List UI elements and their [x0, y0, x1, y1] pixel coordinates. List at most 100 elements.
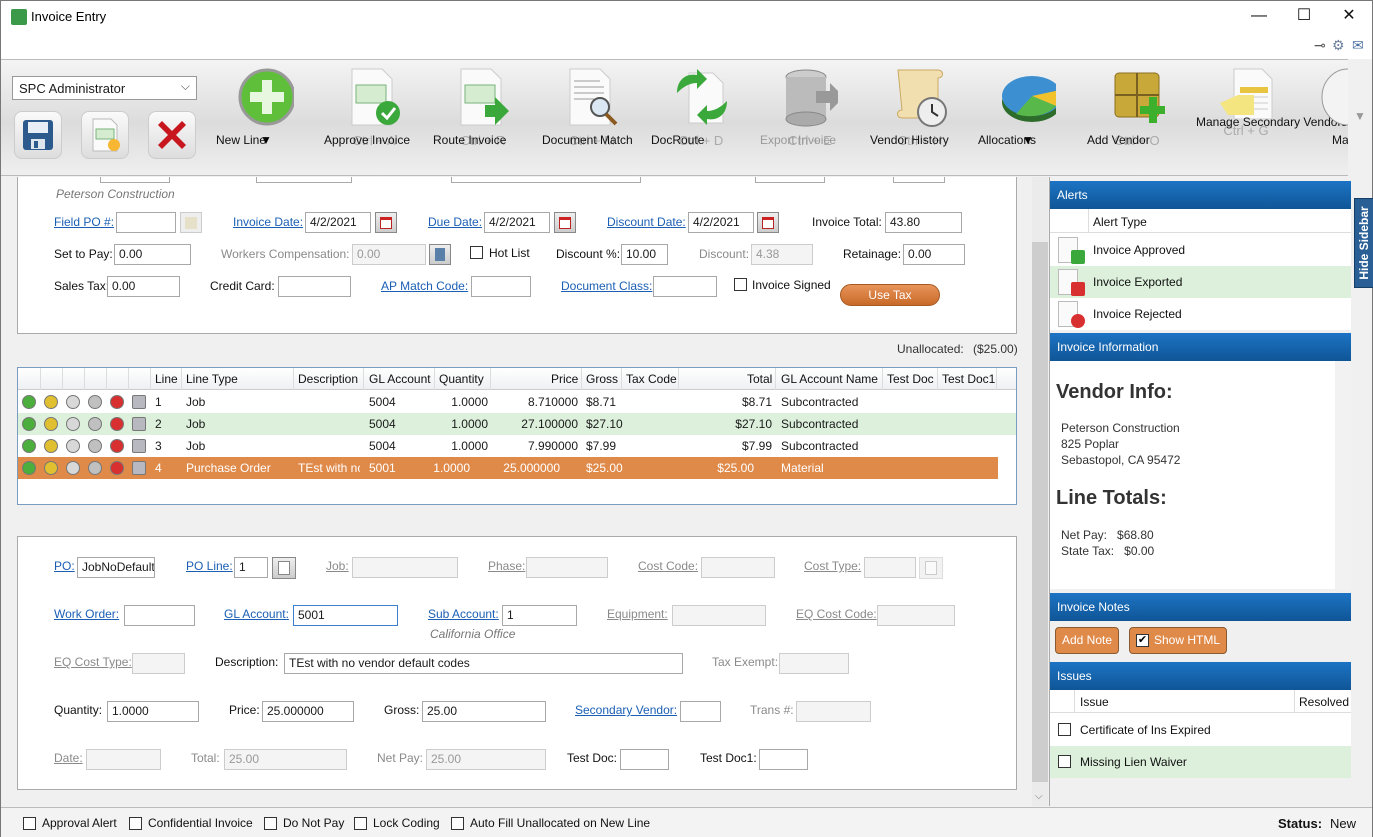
- sub-account-link[interactable]: Sub Account:: [428, 607, 499, 621]
- dollar-icon[interactable]: [88, 439, 102, 453]
- discount-date-input[interactable]: 4/2/2021: [688, 212, 754, 233]
- col-line-type[interactable]: Line Type: [186, 372, 238, 386]
- minimize-button[interactable]: —: [1237, 5, 1281, 29]
- add-line-icon[interactable]: [22, 417, 36, 431]
- table-row[interactable]: 3 Job 5004 1.0000 7.990000 $7.99 $7.99 Subcontr…: [18, 435, 1016, 457]
- table-row[interactable]: 2 Job 5004 1.0000 27.100000 $27.10 $27.10 Subco…: [18, 413, 1016, 435]
- copy-line-icon[interactable]: [66, 439, 80, 453]
- use-tax-button[interactable]: Use Tax: [840, 284, 940, 306]
- ap-match-code-link[interactable]: AP Match Code:: [381, 279, 468, 293]
- alert-row[interactable]: Invoice Rejected: [1050, 298, 1351, 330]
- invoice-date-calendar-button[interactable]: [375, 212, 397, 233]
- col-price[interactable]: Price: [551, 372, 578, 386]
- po-line-lookup-button[interactable]: [272, 557, 296, 579]
- table-row[interactable]: 1 Job 5004 1.0000 8.710000 $8.71 $8.71 Subcontr…: [18, 391, 1016, 413]
- user-select[interactable]: SPC Administrator ⌵: [12, 76, 197, 100]
- vendor-history-button[interactable]: Vendor History Ctrl + H: [870, 63, 970, 175]
- set-to-pay-input[interactable]: 0.00: [114, 244, 191, 265]
- due-date-calendar-button[interactable]: [554, 212, 576, 233]
- sales-tax-input[interactable]: 0.00: [107, 276, 180, 297]
- dollar-icon[interactable]: [88, 417, 102, 431]
- field-po-link[interactable]: Field PO #:: [54, 215, 114, 229]
- attachment-icon[interactable]: [132, 461, 146, 475]
- invoice-date-input[interactable]: 4/2/2021: [305, 212, 371, 233]
- table-row[interactable]: 4 Purchase Order TEst with nc 5001 1.0000 25.…: [18, 457, 998, 479]
- add-line-icon[interactable]: [22, 461, 36, 475]
- gross-input[interactable]: 25.00: [422, 701, 546, 722]
- new-invoice-button[interactable]: [81, 111, 129, 159]
- col-total[interactable]: Total: [747, 372, 772, 386]
- add-note-button[interactable]: Add Note: [1055, 627, 1120, 654]
- lock-coding-checkbox[interactable]: [354, 817, 367, 830]
- po-line-link[interactable]: PO Line:: [186, 559, 233, 573]
- save-button[interactable]: [14, 111, 62, 159]
- document-match-button[interactable]: Document Match Ctrl + M: [542, 63, 642, 175]
- discount-date-calendar-button[interactable]: [757, 212, 779, 233]
- new-line-button[interactable]: New Line ▼: [216, 63, 316, 175]
- col-gross[interactable]: Gross: [586, 372, 618, 386]
- workers-comp-calculator-button[interactable]: [429, 244, 451, 265]
- main-scrollbar[interactable]: ⌵: [1032, 177, 1048, 806]
- col-gl-account-name[interactable]: GL Account Name: [781, 372, 878, 386]
- field-po-lookup-button[interactable]: [180, 212, 202, 233]
- work-order-link[interactable]: Work Order:: [54, 607, 119, 621]
- due-date-input[interactable]: 4/2/2021: [484, 212, 550, 233]
- equipment-link[interactable]: Equipment:: [607, 607, 668, 621]
- test-doc1-input[interactable]: [759, 749, 808, 770]
- resolved-column[interactable]: Resolved: [1299, 695, 1349, 709]
- col-line[interactable]: Line: [155, 372, 178, 386]
- secondary-vendor-link[interactable]: Secondary Vendor:: [575, 703, 677, 717]
- match-button[interactable]: Match: [1304, 63, 1348, 175]
- show-html-toggle[interactable]: ✔ Show HTML: [1129, 627, 1228, 654]
- issue-row[interactable]: Certificate of Ins Expired: [1050, 714, 1351, 746]
- delete-line-icon[interactable]: [110, 395, 124, 409]
- manage-secondary-vendors-button[interactable]: Manage Secondary Vendors Ctrl + G: [1196, 63, 1347, 175]
- col-test-doc[interactable]: Test Doc: [887, 372, 934, 386]
- copy-line-icon[interactable]: [66, 461, 80, 475]
- delete-line-icon[interactable]: [110, 417, 124, 431]
- credit-card-input[interactable]: [278, 276, 351, 297]
- dollar-icon[interactable]: [88, 395, 102, 409]
- do-not-pay-checkbox[interactable]: [264, 817, 277, 830]
- invoice-signed-checkbox[interactable]: [734, 278, 747, 291]
- route-invoice-button[interactable]: Route Invoice Ctrl + R: [433, 63, 533, 175]
- gl-account-link[interactable]: GL Account:: [224, 607, 289, 621]
- add-line-icon[interactable]: [22, 395, 36, 409]
- info-scrollbar[interactable]: [1335, 361, 1351, 589]
- allocations-button[interactable]: Allocations ▼: [978, 63, 1078, 175]
- docroute-button[interactable]: DocRoute Ctrl + D: [651, 63, 751, 175]
- add-vendor-button[interactable]: Add Vendor Ctrl + O: [1087, 63, 1187, 175]
- cost-type-lookup-button[interactable]: [919, 557, 943, 579]
- description-input[interactable]: TEst with no vendor default codes: [284, 653, 683, 674]
- scroll-down-arrow-icon[interactable]: ⌵: [1035, 791, 1043, 802]
- alert-row[interactable]: Invoice Approved: [1050, 234, 1351, 266]
- eq-cost-code-link[interactable]: EQ Cost Code:: [796, 607, 877, 621]
- split-line-icon[interactable]: [44, 439, 58, 453]
- price-input[interactable]: 25.000000: [262, 701, 354, 722]
- delete-line-icon[interactable]: [110, 439, 124, 453]
- quantity-input[interactable]: 1.0000: [107, 701, 199, 722]
- eq-cost-type-link[interactable]: EQ Cost Type:: [54, 655, 132, 669]
- confidential-invoice-checkbox[interactable]: [129, 817, 142, 830]
- discount-pct-input[interactable]: 10.00: [621, 244, 668, 265]
- hot-list-checkbox[interactable]: [470, 246, 483, 259]
- phase-link[interactable]: Phase:: [488, 559, 525, 573]
- job-link[interactable]: Job:: [326, 559, 349, 573]
- issue-column[interactable]: Issue: [1080, 695, 1109, 709]
- retainage-input[interactable]: 0.00: [903, 244, 965, 265]
- po-link[interactable]: PO:: [54, 559, 75, 573]
- field-po-input[interactable]: [116, 212, 176, 233]
- alert-type-column[interactable]: Alert Type: [1093, 215, 1147, 229]
- cost-type-link[interactable]: Cost Type:: [804, 559, 861, 573]
- auto-fill-unallocated-on-new-line-checkbox[interactable]: [451, 817, 464, 830]
- copy-line-icon[interactable]: [66, 395, 80, 409]
- ap-match-code-input[interactable]: [471, 276, 531, 297]
- attachment-icon[interactable]: [132, 395, 146, 409]
- due-date-link[interactable]: Due Date:: [428, 215, 482, 229]
- scroll-down-icon[interactable]: ▼: [1354, 109, 1366, 123]
- po-input[interactable]: JobNoDefault: [77, 557, 155, 578]
- invoice-date-link[interactable]: Invoice Date:: [233, 215, 303, 229]
- delete-line-icon[interactable]: [110, 461, 124, 475]
- alert-row[interactable]: Invoice Exported: [1050, 266, 1351, 298]
- attachment-icon[interactable]: [132, 417, 146, 431]
